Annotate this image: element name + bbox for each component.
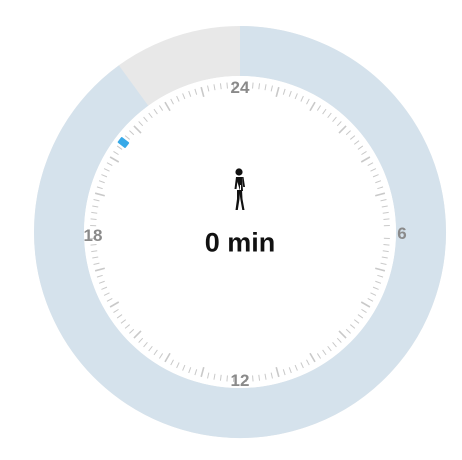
tick-mark <box>90 218 97 220</box>
tick-mark <box>383 244 390 246</box>
tick-mark <box>226 375 228 382</box>
tick-mark <box>226 82 228 89</box>
activity-duration-value: 0 min <box>204 227 276 258</box>
tick-mark <box>383 218 390 220</box>
tick-mark <box>252 375 254 382</box>
walking-person-icon <box>234 168 245 210</box>
hour-label-18: 18 <box>83 226 103 245</box>
hour-label-12: 12 <box>230 371 250 390</box>
hour-label-24: 24 <box>230 78 250 97</box>
hour-label-6: 6 <box>397 224 407 243</box>
tick-mark <box>252 82 254 89</box>
activity-dial-screen: 24 6 12 18 0 min <box>0 0 462 460</box>
